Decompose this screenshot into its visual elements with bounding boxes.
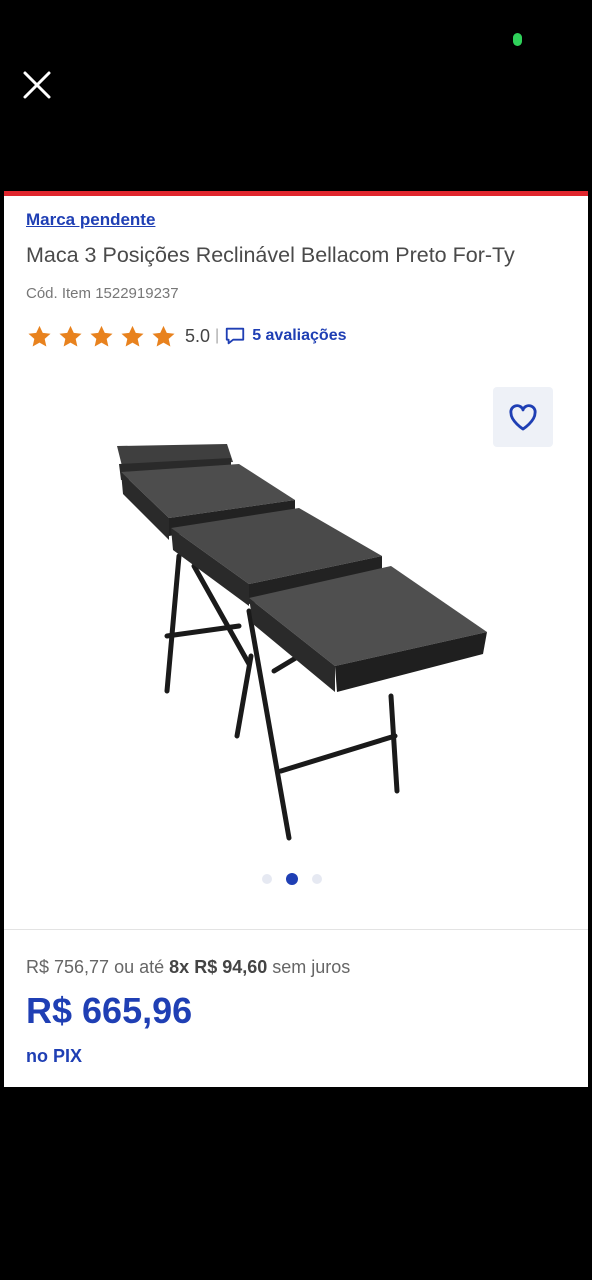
gallery-dot[interactable] bbox=[312, 874, 322, 884]
product-image bbox=[117, 444, 487, 841]
original-price: R$ 756,77 bbox=[26, 957, 110, 977]
close-button[interactable] bbox=[20, 68, 54, 102]
rating-row: 5.0 | 5 avaliações bbox=[26, 323, 346, 349]
star-icon bbox=[152, 325, 175, 347]
item-code: Cód. Item 1522919237 bbox=[26, 285, 179, 302]
status-indicator bbox=[513, 33, 522, 46]
chat-bubble-icon bbox=[226, 327, 245, 345]
star-icon bbox=[90, 325, 113, 347]
installment-info: R$ 756,77 ou até 8x R$ 94,60 sem juros bbox=[26, 957, 350, 978]
gallery-dot[interactable] bbox=[262, 874, 272, 884]
favorite-button[interactable] bbox=[493, 387, 553, 447]
brand-link[interactable]: Marca pendente bbox=[26, 210, 155, 230]
rating-value: 5.0 bbox=[185, 325, 211, 346]
reviews-link[interactable]: 5 avaliações bbox=[224, 325, 346, 347]
divider bbox=[4, 929, 588, 930]
card-top-bar bbox=[4, 191, 588, 196]
star-icon bbox=[59, 325, 82, 347]
product-title: Maca 3 Posições Reclinável Bellacom Pret… bbox=[26, 243, 515, 267]
pix-label: no PIX bbox=[26, 1046, 83, 1066]
pix-price: R$ 665,96 bbox=[26, 990, 193, 1031]
installment-suffix: sem juros bbox=[272, 957, 351, 977]
installment-value: R$ 94,60 bbox=[194, 957, 268, 977]
star-icon bbox=[28, 325, 51, 347]
star-icon bbox=[121, 325, 144, 347]
gallery-dots bbox=[262, 873, 322, 885]
rating-separator: | bbox=[215, 327, 220, 344]
installment-count: 8x bbox=[169, 957, 190, 977]
reviews-label: 5 avaliações bbox=[252, 327, 347, 344]
close-icon bbox=[23, 71, 51, 99]
gallery-dot-active[interactable] bbox=[286, 873, 298, 885]
heart-icon bbox=[509, 404, 537, 431]
star-rating bbox=[26, 323, 177, 350]
installment-prefix: ou até bbox=[114, 957, 165, 977]
product-card: Marca pendente Maca 3 Posições Reclináve… bbox=[4, 191, 588, 1087]
